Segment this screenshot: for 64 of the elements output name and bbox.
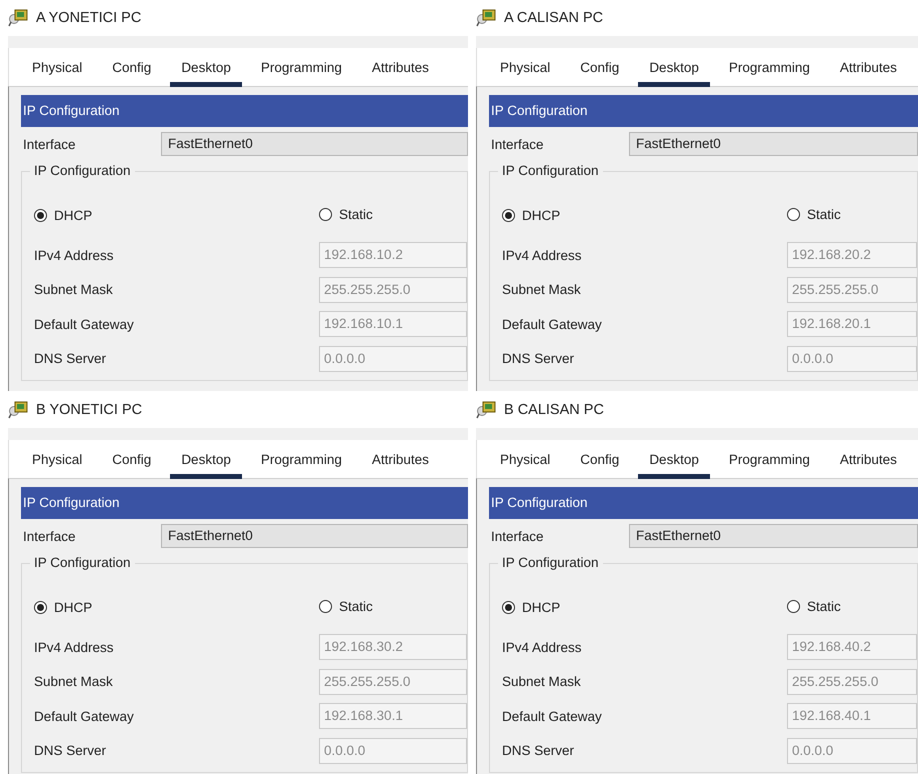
field-label: Subnet Mask (34, 674, 113, 690)
field-label: DNS Server (34, 351, 106, 366)
field-label: Default Gateway (34, 316, 134, 332)
section-header: IP Configuration (21, 95, 468, 127)
field-label: Default Gateway (34, 708, 134, 724)
group-title: IP Configuration (498, 163, 603, 178)
tab[interactable]: Programming (718, 452, 821, 479)
tab[interactable]: Config (101, 60, 162, 87)
window-title: A YONETICI PC (36, 10, 142, 26)
radio-button[interactable]: DHCP (34, 208, 92, 223)
tab[interactable]: Attributes (828, 452, 908, 479)
field-label: Interface (22, 136, 77, 152)
tab[interactable]: Physical (489, 60, 562, 87)
tab[interactable]: Attributes (360, 452, 440, 479)
field-label: Default Gateway (502, 316, 602, 332)
field-label: IPv4 Address (34, 248, 114, 263)
radio-button[interactable]: Static (787, 598, 841, 614)
section-header: IP Configuration (489, 487, 918, 519)
tab[interactable]: Programming (718, 60, 821, 87)
tab[interactable]: Config (101, 452, 162, 479)
field-label: Subnet Mask (502, 674, 581, 690)
tab[interactable]: Programming (250, 60, 353, 87)
pc-icon (476, 401, 498, 419)
field-label: IPv4 Address (502, 640, 582, 655)
field-label: Default Gateway (502, 708, 602, 724)
field-label: Subnet Mask (34, 282, 113, 298)
radio-button[interactable]: DHCP (502, 600, 560, 615)
tab[interactable]: Attributes (360, 60, 440, 87)
window-title: A CALISAN PC (504, 10, 604, 26)
window-title: B CALISAN PC (504, 402, 604, 418)
field-label: Interface (22, 528, 77, 544)
group-title: IP Configuration (498, 555, 603, 570)
section-header: IP Configuration (489, 95, 918, 127)
radio-button[interactable]: DHCP (502, 208, 560, 223)
field-label: Interface (490, 136, 545, 152)
field-label: Interface (490, 528, 545, 544)
tab[interactable]: Config (569, 452, 630, 479)
radio-button[interactable]: Static (319, 598, 373, 614)
radio-button[interactable]: DHCP (34, 600, 92, 615)
field-label: DNS Server (502, 351, 574, 366)
radio-button[interactable]: Static (319, 206, 373, 222)
interface-dropdown[interactable]: FastEthernet0 (629, 524, 918, 548)
pc-icon (8, 401, 30, 419)
window-title: B YONETICI PC (36, 402, 142, 418)
field-label: DNS Server (502, 743, 574, 758)
tab[interactable]: Config (569, 60, 630, 87)
field-label: IPv4 Address (34, 640, 114, 655)
tab[interactable]: Programming (250, 452, 353, 479)
field-label: IPv4 Address (502, 248, 582, 263)
field-label: DNS Server (34, 743, 106, 758)
pc-icon (8, 9, 30, 27)
group-title: IP Configuration (30, 163, 135, 178)
section-header: IP Configuration (21, 487, 468, 519)
interface-dropdown[interactable]: FastEthernet0 (629, 132, 918, 156)
pc-icon (476, 9, 498, 27)
tab[interactable]: Attributes (828, 60, 908, 87)
tab[interactable]: Physical (489, 452, 562, 479)
group-title: IP Configuration (30, 555, 135, 570)
interface-dropdown[interactable]: FastEthernet0 (161, 132, 468, 156)
radio-button[interactable]: Static (787, 206, 841, 222)
field-label: Subnet Mask (502, 282, 581, 298)
tab[interactable]: Physical (21, 452, 94, 479)
tab[interactable]: Physical (21, 60, 94, 87)
interface-dropdown[interactable]: FastEthernet0 (161, 524, 468, 548)
